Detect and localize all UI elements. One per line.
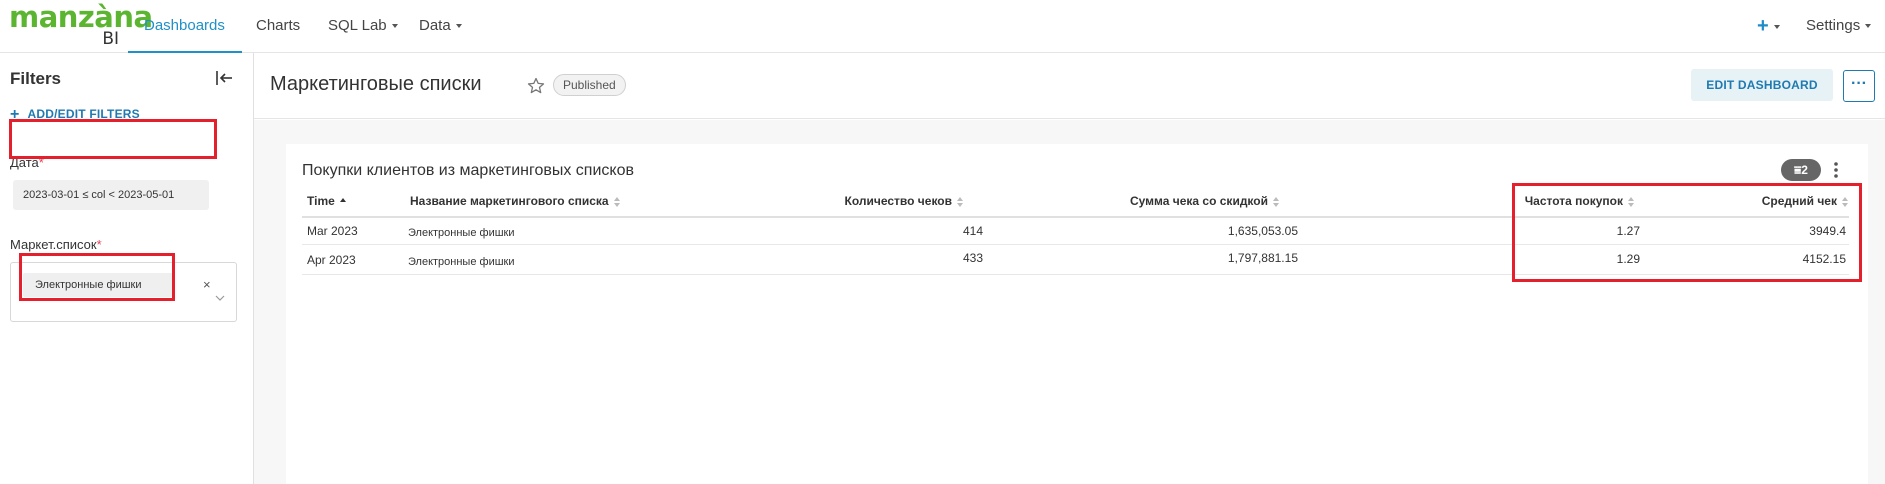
- column-header-label: Частота покупок: [1524, 194, 1623, 208]
- column-header-label: Название маркетингового списка: [410, 194, 609, 208]
- required-mark: *: [96, 237, 102, 252]
- table-cell-time: Mar 2023: [307, 224, 358, 238]
- applied-filters-badge[interactable]: ⩸2: [1781, 159, 1821, 181]
- nav-sql-lab-label: SQL Lab: [328, 17, 387, 34]
- sort-asc-icon: [339, 197, 346, 202]
- table-row-divider: [302, 274, 1849, 275]
- column-header-label: Средний чек: [1761, 194, 1837, 208]
- nav-charts[interactable]: Charts: [256, 0, 300, 53]
- settings-menu[interactable]: Settings: [1806, 0, 1872, 53]
- dashboard-content: Покупки клиентов из маркетинговых списко…: [254, 120, 1885, 484]
- column-header-label: Time: [307, 194, 335, 208]
- sort-icon: [1273, 196, 1279, 207]
- table-cell-purchase-frequency: 1.27: [1616, 224, 1640, 238]
- top-navigation: manzàna BI Dashboards Charts SQL Lab Dat…: [0, 0, 1885, 53]
- chevron-down-icon: [1865, 24, 1872, 29]
- column-header-label: Количество чеков: [844, 194, 952, 208]
- column-header-average-receipt[interactable]: Средний чек: [1762, 193, 1849, 209]
- remove-tag-icon[interactable]: ×: [203, 273, 211, 297]
- dashboard-title: Маркетинговые списки: [270, 73, 482, 95]
- date-filter-label-text: Дата: [10, 155, 39, 170]
- column-header-list-name[interactable]: Название маркетингового списка: [410, 193, 621, 209]
- logo-suffix-text: BI: [102, 29, 119, 49]
- edit-dashboard-button[interactable]: EDIT DASHBOARD: [1691, 69, 1833, 101]
- sort-icon: [957, 196, 963, 207]
- nav-sql-lab[interactable]: SQL Lab: [328, 0, 398, 53]
- table-cell-average-receipt: 4152.15: [1802, 252, 1846, 266]
- plus-icon: +: [1757, 15, 1769, 37]
- app-logo[interactable]: manzàna BI: [9, 2, 153, 50]
- add-edit-filters-button[interactable]: + ADD/EDIT FILTERS: [10, 106, 140, 124]
- column-header-time[interactable]: Time: [307, 193, 347, 209]
- column-header-purchase-frequency[interactable]: Частота покупок: [1525, 193, 1635, 209]
- filters-sidebar: Filters + ADD/EDIT FILTERS Дата* 2023-03-…: [0, 53, 254, 484]
- new-item-button[interactable]: +: [1757, 14, 1780, 38]
- settings-label: Settings: [1806, 17, 1861, 34]
- selected-tag: Электронные фишки: [23, 273, 175, 297]
- table-cell-list-name: Электронные фишки: [408, 256, 515, 268]
- table-cell-discount-sum: 1,797,881.15: [1227, 251, 1298, 265]
- nav-dashboards[interactable]: Dashboards: [128, 0, 242, 53]
- table-cell-receipt-count: 414: [962, 224, 983, 238]
- filters-title: Filters: [10, 69, 62, 88]
- list-filter-label-text: Маркет.список: [10, 237, 97, 252]
- required-mark: *: [38, 155, 44, 170]
- table-cell-time: Apr 2023: [307, 253, 356, 267]
- date-filter-label: Дата*: [10, 155, 44, 170]
- marketing-list-select[interactable]: Электронные фишки ×: [10, 262, 237, 322]
- add-filters-label: ADD/EDIT FILTERS: [27, 107, 140, 121]
- dashboard-header: Маркетинговые списки Published EDIT DASH…: [254, 53, 1885, 119]
- table-cell-list-name: Электронные фишки: [408, 227, 515, 239]
- nav-data-label: Data: [419, 17, 451, 34]
- filter-count: 2: [1801, 163, 1808, 177]
- table-cell-average-receipt: 3949.4: [1809, 224, 1846, 238]
- more-options-button[interactable]: ···: [1843, 70, 1875, 102]
- chevron-down-icon[interactable]: [215, 293, 225, 303]
- kebab-menu-icon[interactable]: [1832, 160, 1840, 180]
- column-header-receipt-count[interactable]: Количество чеков: [845, 193, 964, 209]
- sort-icon: [1842, 196, 1848, 207]
- nav-data[interactable]: Data: [419, 0, 462, 53]
- plus-icon: +: [10, 106, 20, 123]
- chevron-down-icon: [1773, 24, 1780, 29]
- table-cell-receipt-count: 433: [962, 251, 983, 265]
- list-filter-label: Маркет.список*: [10, 237, 102, 252]
- column-header-label: Сумма чека со скидкой: [1129, 194, 1268, 208]
- chart-card: Покупки клиентов из маркетинговых списко…: [286, 144, 1868, 484]
- sort-icon: [1628, 196, 1634, 207]
- column-header-discount-sum[interactable]: Сумма чека со скидкой: [1130, 193, 1280, 209]
- chevron-down-icon: [391, 24, 398, 29]
- table-cell-discount-sum: 1,635,053.05: [1227, 224, 1298, 238]
- star-icon[interactable]: [526, 76, 546, 96]
- published-status-badge[interactable]: Published: [553, 74, 626, 96]
- chevron-down-icon: [455, 24, 462, 29]
- collapse-sidebar-icon[interactable]: [213, 67, 235, 89]
- table-cell-purchase-frequency: 1.29: [1616, 252, 1640, 266]
- sort-icon: [613, 196, 620, 207]
- date-range-filter[interactable]: 2023-03-01 ≤ col < 2023-05-01: [13, 180, 209, 210]
- chart-title: Покупки клиентов из маркетинговых списко…: [302, 162, 634, 179]
- table-row-divider: [302, 244, 1849, 245]
- table-header-divider: [302, 216, 1849, 218]
